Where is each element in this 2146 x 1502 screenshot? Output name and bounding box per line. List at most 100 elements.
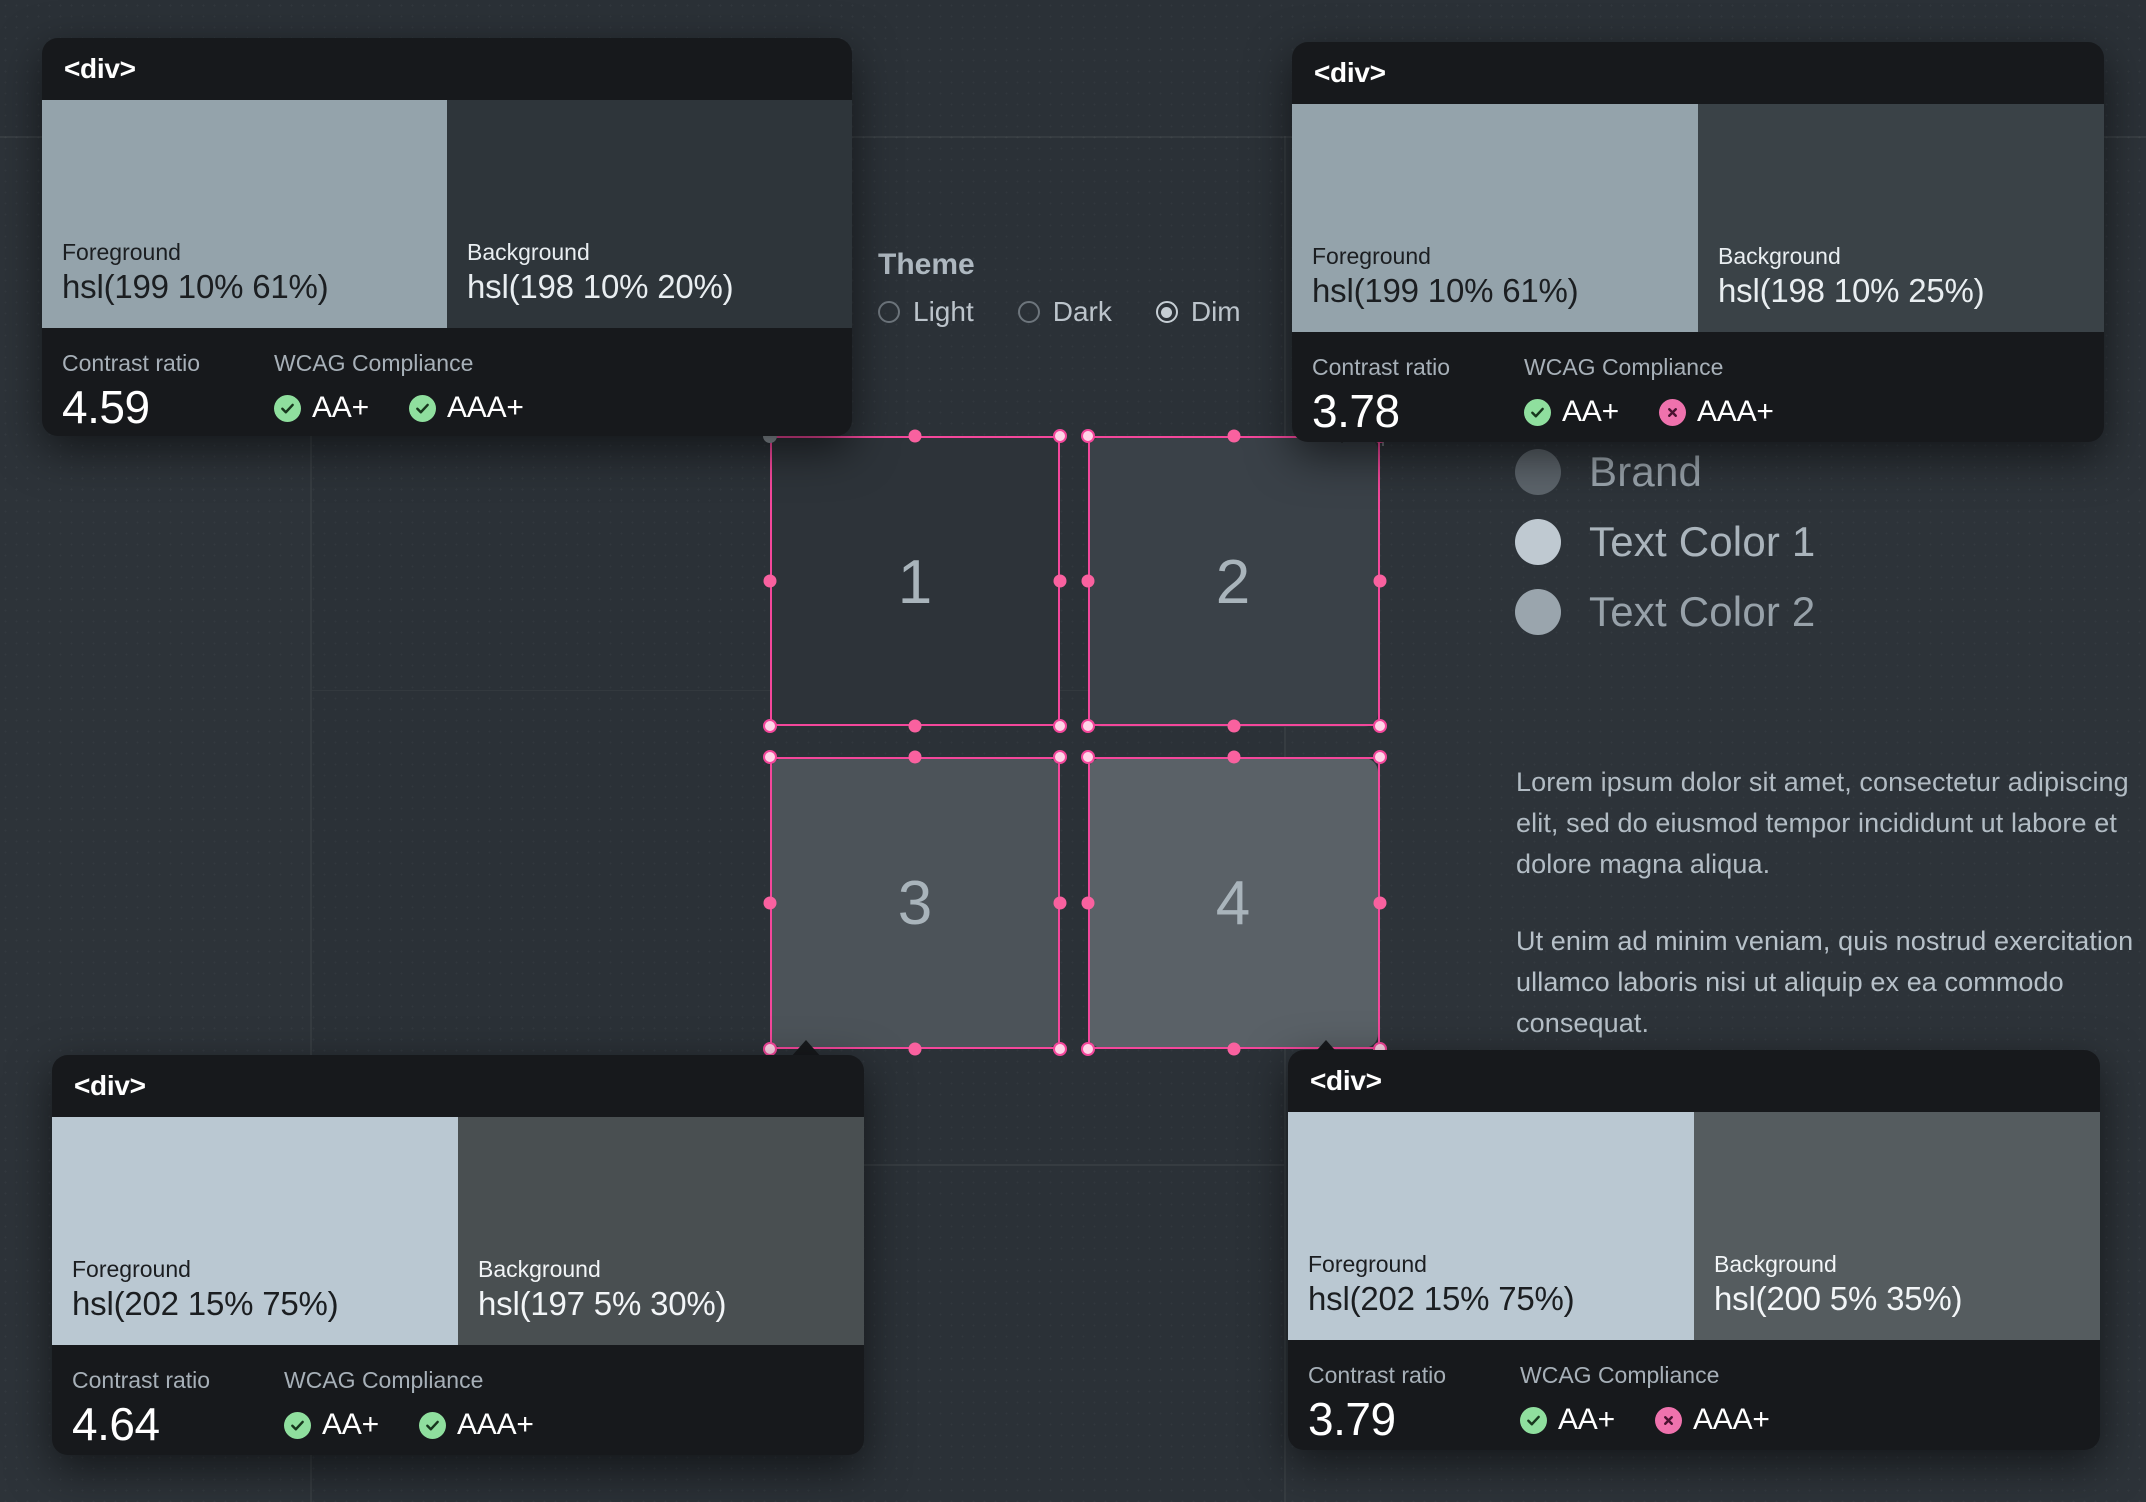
contrast-ratio-value: 4.64 <box>72 1398 160 1450</box>
resize-handle-ne[interactable] <box>1053 750 1067 764</box>
foreground-role-label: Foreground <box>1312 243 1431 269</box>
status-badge-label: AAA+ <box>1692 1403 1770 1436</box>
app-root: Theme Light Dark Dim Brand Text Color 1 <box>0 0 2146 1502</box>
status-badge: AAA+ <box>1658 395 1774 429</box>
resize-handle-w[interactable] <box>763 574 777 588</box>
wcag-compliance-block: WCAG Compliance AA+ AAA+ <box>1524 354 1774 429</box>
grid-cell-2-label: 2 <box>1215 547 1251 617</box>
wcag-badge-row: AA+ AAA+ <box>1520 1403 1770 1437</box>
background-swatch[interactable]: Background hsl(197 5% 30%) <box>458 1117 864 1345</box>
contrast-ratio-label: Contrast ratio <box>1312 354 1451 380</box>
foreground-swatch[interactable]: Foreground hsl(199 10% 61%) <box>42 100 447 328</box>
status-badge-label: AA+ <box>1558 1403 1615 1436</box>
status-badge: AA+ <box>284 1408 379 1442</box>
resize-handle-sw[interactable] <box>763 719 777 733</box>
background-color-value: hsl(198 10% 20%) <box>467 268 734 305</box>
resize-handle-w[interactable] <box>1081 896 1095 910</box>
contrast-ratio-block: Contrast ratio 3.78 <box>1312 354 1524 435</box>
background-swatch[interactable]: Background hsl(198 10% 20%) <box>447 100 852 328</box>
contrast-card-top-right[interactable]: <div> Foreground hsl(199 10% 61%) Backgr… <box>1292 42 2104 442</box>
foreground-swatch[interactable]: Foreground hsl(199 10% 61%) <box>1292 104 1698 332</box>
resize-handle-s[interactable] <box>1227 1042 1241 1056</box>
resize-handle-se[interactable] <box>1053 719 1067 733</box>
resize-handle-sw[interactable] <box>1081 719 1095 733</box>
wcag-badge-row: AA+ AAA+ <box>284 1408 534 1442</box>
background-swatch[interactable]: Background hsl(200 5% 35%) <box>1694 1112 2100 1340</box>
wcag-compliance-label: WCAG Compliance <box>284 1367 484 1393</box>
grid-cell-3[interactable]: 3 <box>770 758 1060 1048</box>
check-circle-icon <box>284 1411 311 1439</box>
background-color-value: hsl(197 5% 30%) <box>478 1285 727 1322</box>
check-circle-icon <box>1520 1406 1547 1434</box>
card-header: <div> <box>1288 1050 2100 1112</box>
grid-cell-2[interactable]: 2 <box>1088 437 1378 727</box>
wcag-compliance-block: WCAG Compliance AA+ AAA+ <box>284 1367 534 1442</box>
wcag-badge-row: AA+ AAA+ <box>1524 395 1774 429</box>
contrast-ratio-value: 3.78 <box>1312 385 1400 437</box>
resize-handle-se[interactable] <box>1373 719 1387 733</box>
status-badge: AA+ <box>274 391 369 425</box>
wcag-compliance-label: WCAG Compliance <box>1524 354 1724 380</box>
background-role-label: Background <box>1714 1251 1837 1277</box>
resize-handle-e[interactable] <box>1053 574 1067 588</box>
alignment-guide-horizontal <box>772 436 850 438</box>
grid-cell-4[interactable]: 4 <box>1088 758 1378 1048</box>
card-swatch-row: Foreground hsl(199 10% 61%) Background h… <box>42 100 852 328</box>
status-badge: AAA+ <box>1654 1403 1770 1437</box>
resize-handle-ne[interactable] <box>1373 750 1387 764</box>
resize-handle-nw[interactable] <box>1081 750 1095 764</box>
resize-handle-ne[interactable] <box>1053 429 1067 443</box>
status-badge-label: AA+ <box>322 1408 379 1441</box>
wcag-compliance-block: WCAG Compliance AA+ AAA+ <box>274 350 524 425</box>
resize-handle-sw[interactable] <box>763 1042 777 1056</box>
grid-cell-1[interactable]: 1 <box>770 437 1060 727</box>
wcag-badge-row: AA+ AAA+ <box>274 391 524 425</box>
foreground-color-value: hsl(199 10% 61%) <box>62 268 329 305</box>
resize-handle-w[interactable] <box>763 896 777 910</box>
card-swatch-row: Foreground hsl(202 15% 75%) Background h… <box>1288 1112 2100 1340</box>
resize-handle-sw[interactable] <box>1081 1042 1095 1056</box>
contrast-card-top-left[interactable]: <div> Foreground hsl(199 10% 61%) Backgr… <box>42 38 852 436</box>
resize-handle-nw[interactable] <box>763 750 777 764</box>
card-header: <div> <box>42 38 852 100</box>
contrast-ratio-block: Contrast ratio 3.79 <box>1308 1362 1520 1443</box>
resize-handle-s[interactable] <box>908 1042 922 1056</box>
check-circle-icon <box>1524 398 1551 426</box>
element-tag-label: <div> <box>1310 1065 1382 1096</box>
resize-handle-s[interactable] <box>908 719 922 733</box>
resize-handle-n[interactable] <box>1227 429 1241 443</box>
grid-cell-3-label: 3 <box>897 868 933 938</box>
contrast-ratio-label: Contrast ratio <box>1308 1362 1447 1388</box>
resize-handle-w[interactable] <box>1081 574 1095 588</box>
background-color-value: hsl(198 10% 25%) <box>1718 272 1985 309</box>
foreground-color-value: hsl(199 10% 61%) <box>1312 272 1579 309</box>
resize-handle-e[interactable] <box>1373 896 1387 910</box>
resize-handle-n[interactable] <box>908 750 922 764</box>
foreground-swatch[interactable]: Foreground hsl(202 15% 75%) <box>52 1117 458 1345</box>
resize-handle-se[interactable] <box>1053 1042 1067 1056</box>
element-tag-label: <div> <box>74 1070 146 1101</box>
resize-handle-n[interactable] <box>1227 750 1241 764</box>
status-badge-label: AAA+ <box>456 1408 534 1441</box>
background-role-label: Background <box>478 1256 601 1282</box>
background-swatch[interactable]: Background hsl(198 10% 25%) <box>1698 104 2104 332</box>
resize-handle-nw[interactable] <box>1081 429 1095 443</box>
contrast-card-bottom-left[interactable]: <div> Foreground hsl(202 15% 75%) Backgr… <box>52 1055 864 1455</box>
background-role-label: Background <box>467 239 590 265</box>
card-swatch-row: Foreground hsl(202 15% 75%) Background h… <box>52 1117 864 1345</box>
element-tag-label: <div> <box>1314 57 1386 88</box>
foreground-role-label: Foreground <box>72 1256 191 1282</box>
resize-handle-n[interactable] <box>908 429 922 443</box>
foreground-swatch[interactable]: Foreground hsl(202 15% 75%) <box>1288 1112 1694 1340</box>
status-badge-label: AAA+ <box>446 391 524 424</box>
foreground-role-label: Foreground <box>1308 1251 1427 1277</box>
background-role-label: Background <box>1718 243 1841 269</box>
grid-cell-4-label: 4 <box>1215 868 1251 938</box>
resize-handle-e[interactable] <box>1053 896 1067 910</box>
status-badge: AA+ <box>1524 395 1619 429</box>
resize-handle-e[interactable] <box>1373 574 1387 588</box>
status-badge-label: AA+ <box>312 391 369 424</box>
card-swatch-row: Foreground hsl(199 10% 61%) Background h… <box>1292 104 2104 332</box>
resize-handle-s[interactable] <box>1227 719 1241 733</box>
contrast-card-bottom-right[interactable]: <div> Foreground hsl(202 15% 75%) Backgr… <box>1288 1050 2100 1450</box>
